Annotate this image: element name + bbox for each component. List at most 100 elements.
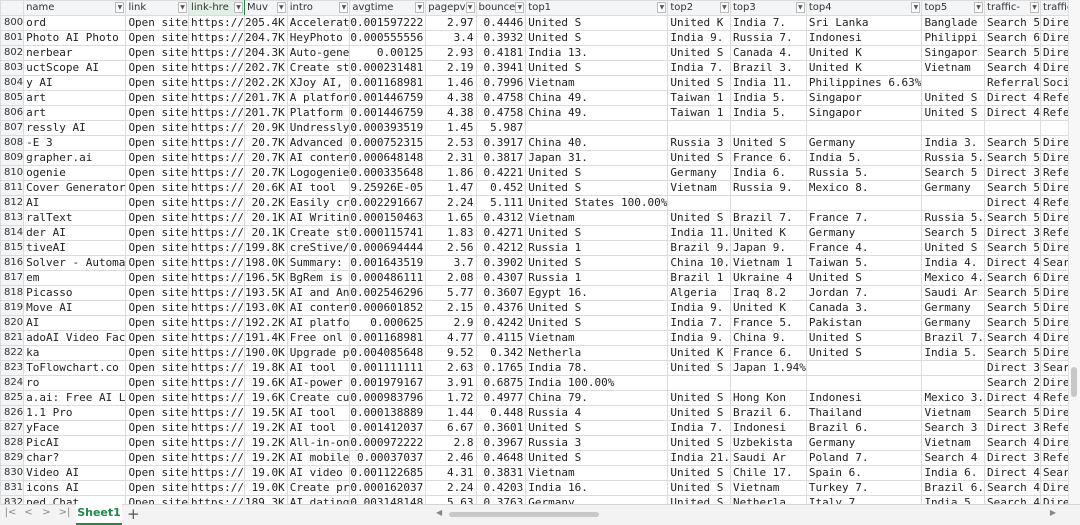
table-cell[interactable] — [667, 195, 731, 211]
table-cell[interactable]: https:// — [188, 135, 246, 151]
table-cell[interactable]: 0.003148148 — [349, 495, 427, 504]
table-cell[interactable]: 0.448 — [475, 405, 527, 421]
table-cell[interactable]: Open site — [125, 300, 190, 316]
filter-dropdown-icon[interactable]: ▼ — [795, 2, 805, 13]
table-cell[interactable]: 0.001979167 — [349, 375, 427, 391]
table-cell[interactable] — [729, 120, 807, 136]
table-cell[interactable]: United S — [525, 420, 669, 436]
last-sheet-icon[interactable]: >| — [58, 507, 71, 518]
table-cell[interactable]: United S — [667, 210, 731, 226]
table-cell[interactable]: 0.000335648 — [349, 165, 427, 181]
table-cell[interactable]: Create cu — [286, 390, 351, 406]
table-cell[interactable]: 0.4242 — [475, 315, 527, 331]
table-cell[interactable]: Germany — [805, 225, 923, 241]
table-cell[interactable]: India 78. — [525, 360, 669, 376]
table-cell[interactable]: 0.000752315 — [349, 135, 427, 151]
table-cell[interactable]: Open site — [125, 465, 190, 481]
table-cell[interactable]: 0.000115741 — [349, 225, 427, 241]
table-cell[interactable]: Banglade — [921, 15, 986, 31]
table-cell[interactable]: 0.001446759 — [349, 90, 427, 106]
table-cell[interactable]: India 21. — [667, 450, 731, 466]
table-cell[interactable]: Brazil 1 — [667, 270, 731, 286]
table-cell[interactable]: 20.2K — [244, 195, 288, 211]
table-cell[interactable]: United S — [667, 360, 731, 376]
table-cell[interactable]: Iraq 8.2 — [729, 285, 807, 301]
table-cell[interactable]: Saudi Ar — [921, 285, 986, 301]
table-cell[interactable]: United S — [921, 90, 986, 106]
column-header[interactable]: top3 ▼ — [729, 0, 807, 16]
table-cell[interactable] — [921, 195, 986, 211]
table-cell[interactable]: Search 4 — [984, 330, 1042, 346]
table-cell[interactable]: https:// — [188, 480, 246, 496]
table-cell[interactable]: 0.342 — [475, 345, 527, 361]
table-cell[interactable]: ka — [23, 345, 127, 361]
table-cell[interactable]: Search 5 — [984, 135, 1042, 151]
table-cell[interactable]: United S — [667, 495, 731, 504]
sheet-tab-sheet1[interactable]: Sheet1 — [76, 504, 122, 525]
table-cell[interactable]: Open site — [125, 495, 190, 504]
table-cell[interactable]: 0.4977 — [475, 390, 527, 406]
table-cell[interactable]: 191.4K — [244, 330, 288, 346]
table-cell[interactable]: 2.56 — [425, 240, 477, 256]
table-cell[interactable]: Direct 2 — [1040, 405, 1069, 421]
table-cell[interactable]: India 7. — [667, 60, 731, 76]
table-cell[interactable]: https:// — [188, 225, 246, 241]
table-cell[interactable]: Open site — [125, 315, 190, 331]
table-cell[interactable]: Direct 3 — [1040, 210, 1069, 226]
table-cell[interactable]: 4.77 — [425, 330, 477, 346]
table-cell[interactable]: 20.7K — [244, 165, 288, 181]
table-cell[interactable]: Upgrade p — [286, 345, 351, 361]
table-cell[interactable]: Open site — [125, 195, 190, 211]
table-cell[interactable]: United K — [805, 60, 923, 76]
table-cell[interactable]: Thailand — [805, 405, 923, 421]
table-cell[interactable]: Search 5 — [984, 285, 1042, 301]
table-cell[interactable]: Brazil 7. — [921, 330, 986, 346]
table-cell[interactable]: 1.1 Pro — [23, 405, 127, 421]
row-number[interactable]: 814 — [0, 225, 25, 241]
row-number[interactable]: 806 — [0, 105, 25, 121]
table-cell[interactable]: uctScope AI — [23, 60, 127, 76]
table-cell[interactable]: 1.46 — [425, 75, 477, 91]
table-cell[interactable]: https:// — [188, 375, 246, 391]
filter-dropdown-icon[interactable]: ▼ — [415, 2, 425, 13]
scroll-right-icon[interactable]: ▶ — [1050, 508, 1056, 517]
table-cell[interactable]: Direct 4 — [984, 255, 1042, 271]
table-cell[interactable]: Social 3 — [1040, 75, 1069, 91]
table-cell[interactable]: AI tool — [286, 405, 351, 421]
table-cell[interactable]: Vietnam — [525, 465, 669, 481]
table-cell[interactable]: 9.52 — [425, 345, 477, 361]
table-cell[interactable]: 0.000972222 — [349, 435, 427, 451]
table-cell[interactable]: Open site — [125, 405, 190, 421]
table-cell[interactable] — [805, 360, 923, 376]
table-cell[interactable]: 0.4758 — [475, 105, 527, 121]
table-cell[interactable]: United S — [667, 465, 731, 481]
table-cell[interactable]: 0.4446 — [475, 15, 527, 31]
table-cell[interactable] — [805, 120, 923, 136]
table-cell[interactable]: Search 4 — [1040, 360, 1069, 376]
table-cell[interactable]: 0.000601852 — [349, 300, 427, 316]
table-cell[interactable]: y AI — [23, 75, 127, 91]
row-number[interactable]: 818 — [0, 285, 25, 301]
table-cell[interactable]: United S — [667, 435, 731, 451]
table-cell[interactable]: https:// — [188, 150, 246, 166]
table-cell[interactable]: https:// — [188, 165, 246, 181]
table-cell[interactable]: https:// — [188, 210, 246, 226]
table-cell[interactable]: Hong Kon — [729, 390, 807, 406]
table-cell[interactable]: 0.001168981 — [349, 75, 427, 91]
table-cell[interactable]: Jordan 7. — [805, 285, 923, 301]
table-cell[interactable]: France 6. — [729, 345, 807, 361]
table-cell[interactable]: https:// — [188, 435, 246, 451]
table-cell[interactable] — [729, 375, 807, 391]
column-header[interactable]: Muv ▼ — [244, 0, 288, 16]
table-cell[interactable]: 0.001412037 — [349, 420, 427, 436]
table-cell[interactable]: creStive/ — [286, 240, 351, 256]
table-cell[interactable]: 198.0K — [244, 255, 288, 271]
table-cell[interactable]: Germany — [525, 495, 669, 504]
table-cell[interactable]: Direct 3 — [1040, 45, 1069, 61]
table-cell[interactable]: nerbear — [23, 45, 127, 61]
filter-dropdown-icon[interactable]: ▼ — [911, 2, 921, 13]
table-cell[interactable]: 5.987 — [475, 120, 527, 136]
table-cell[interactable]: 20.7K — [244, 150, 288, 166]
row-number[interactable]: 811 — [0, 180, 25, 196]
table-cell[interactable]: 0.452 — [475, 180, 527, 196]
